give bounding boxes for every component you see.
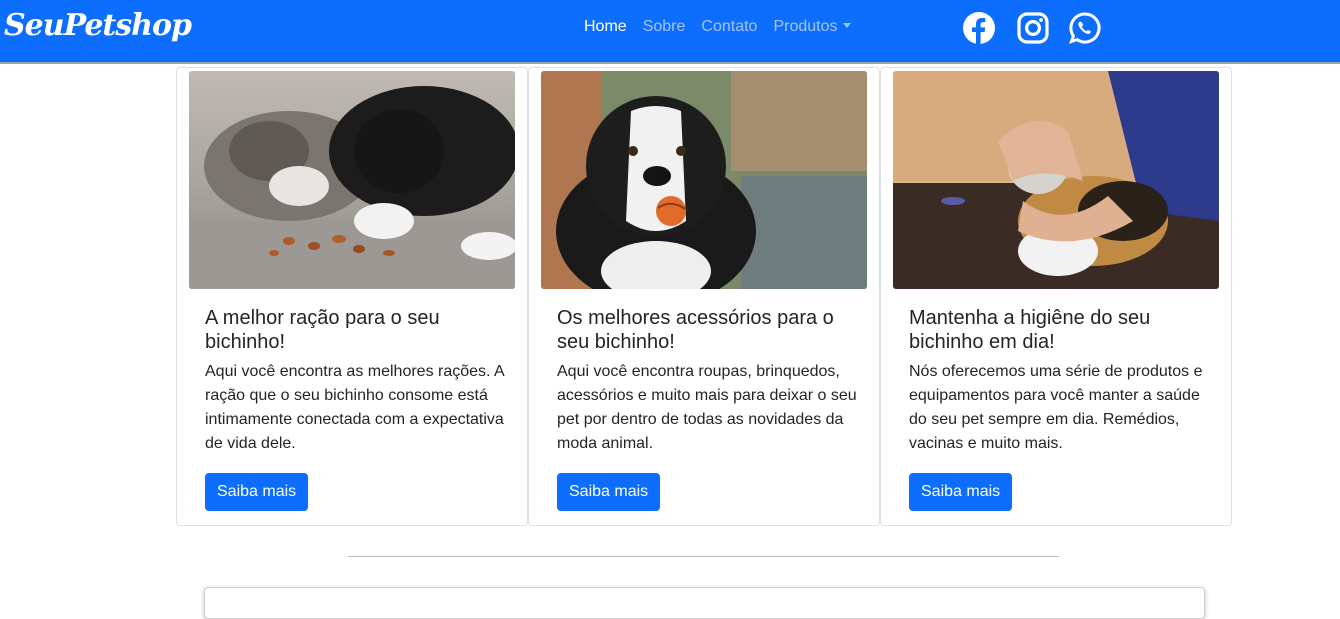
card-title: Os melhores acessórios para o seu bichin… xyxy=(557,307,834,353)
content-panel xyxy=(204,587,1205,619)
nav-link-produtos-label: Produtos xyxy=(773,18,838,35)
saiba-mais-button[interactable]: Saiba mais xyxy=(205,473,309,511)
nav-dropdown-produtos[interactable]: Produtos xyxy=(773,18,852,36)
nav-link-home[interactable]: Home xyxy=(584,18,627,36)
nav-links: Home Sobre Contato Produtos xyxy=(584,18,852,36)
whatsapp-icon[interactable] xyxy=(1068,11,1102,45)
card-title: Mantenha a higiêne do seu bichinho em di… xyxy=(909,307,1151,353)
card-racao: A melhor ração para o seu bichinho! Aqui… xyxy=(176,67,528,526)
card-text: Aqui você encontra as melhores rações. A… xyxy=(205,363,504,452)
card-image-cats xyxy=(189,71,515,289)
facebook-icon[interactable] xyxy=(962,11,996,45)
card-image-cat-vet xyxy=(893,71,1219,289)
divider xyxy=(348,556,1059,557)
brand-logo[interactable]: SeuPetshop xyxy=(4,8,192,43)
saiba-mais-button[interactable]: Saiba mais xyxy=(909,473,1013,511)
chevron-down-icon xyxy=(843,23,852,28)
card-acessorios: Os melhores acessórios para o seu bichin… xyxy=(528,67,880,526)
card-deck: A melhor ração para o seu bichinho! Aqui… xyxy=(176,67,1232,527)
instagram-icon[interactable] xyxy=(1016,11,1050,45)
card-image-dog xyxy=(541,71,867,289)
navbar: SeuPetshop Home Sobre Contato Produtos xyxy=(0,0,1340,64)
card-text: Aqui você encontra roupas, brinquedos, a… xyxy=(557,363,857,452)
saiba-mais-button[interactable]: Saiba mais xyxy=(557,473,661,511)
nav-link-sobre[interactable]: Sobre xyxy=(643,18,686,36)
card-text: Nós oferecemos uma série de produtos e e… xyxy=(909,363,1203,452)
card-higiene: Mantenha a higiêne do seu bichinho em di… xyxy=(880,67,1232,526)
card-title: A melhor ração para o seu bichinho! xyxy=(205,307,440,353)
nav-link-contato[interactable]: Contato xyxy=(701,18,757,36)
